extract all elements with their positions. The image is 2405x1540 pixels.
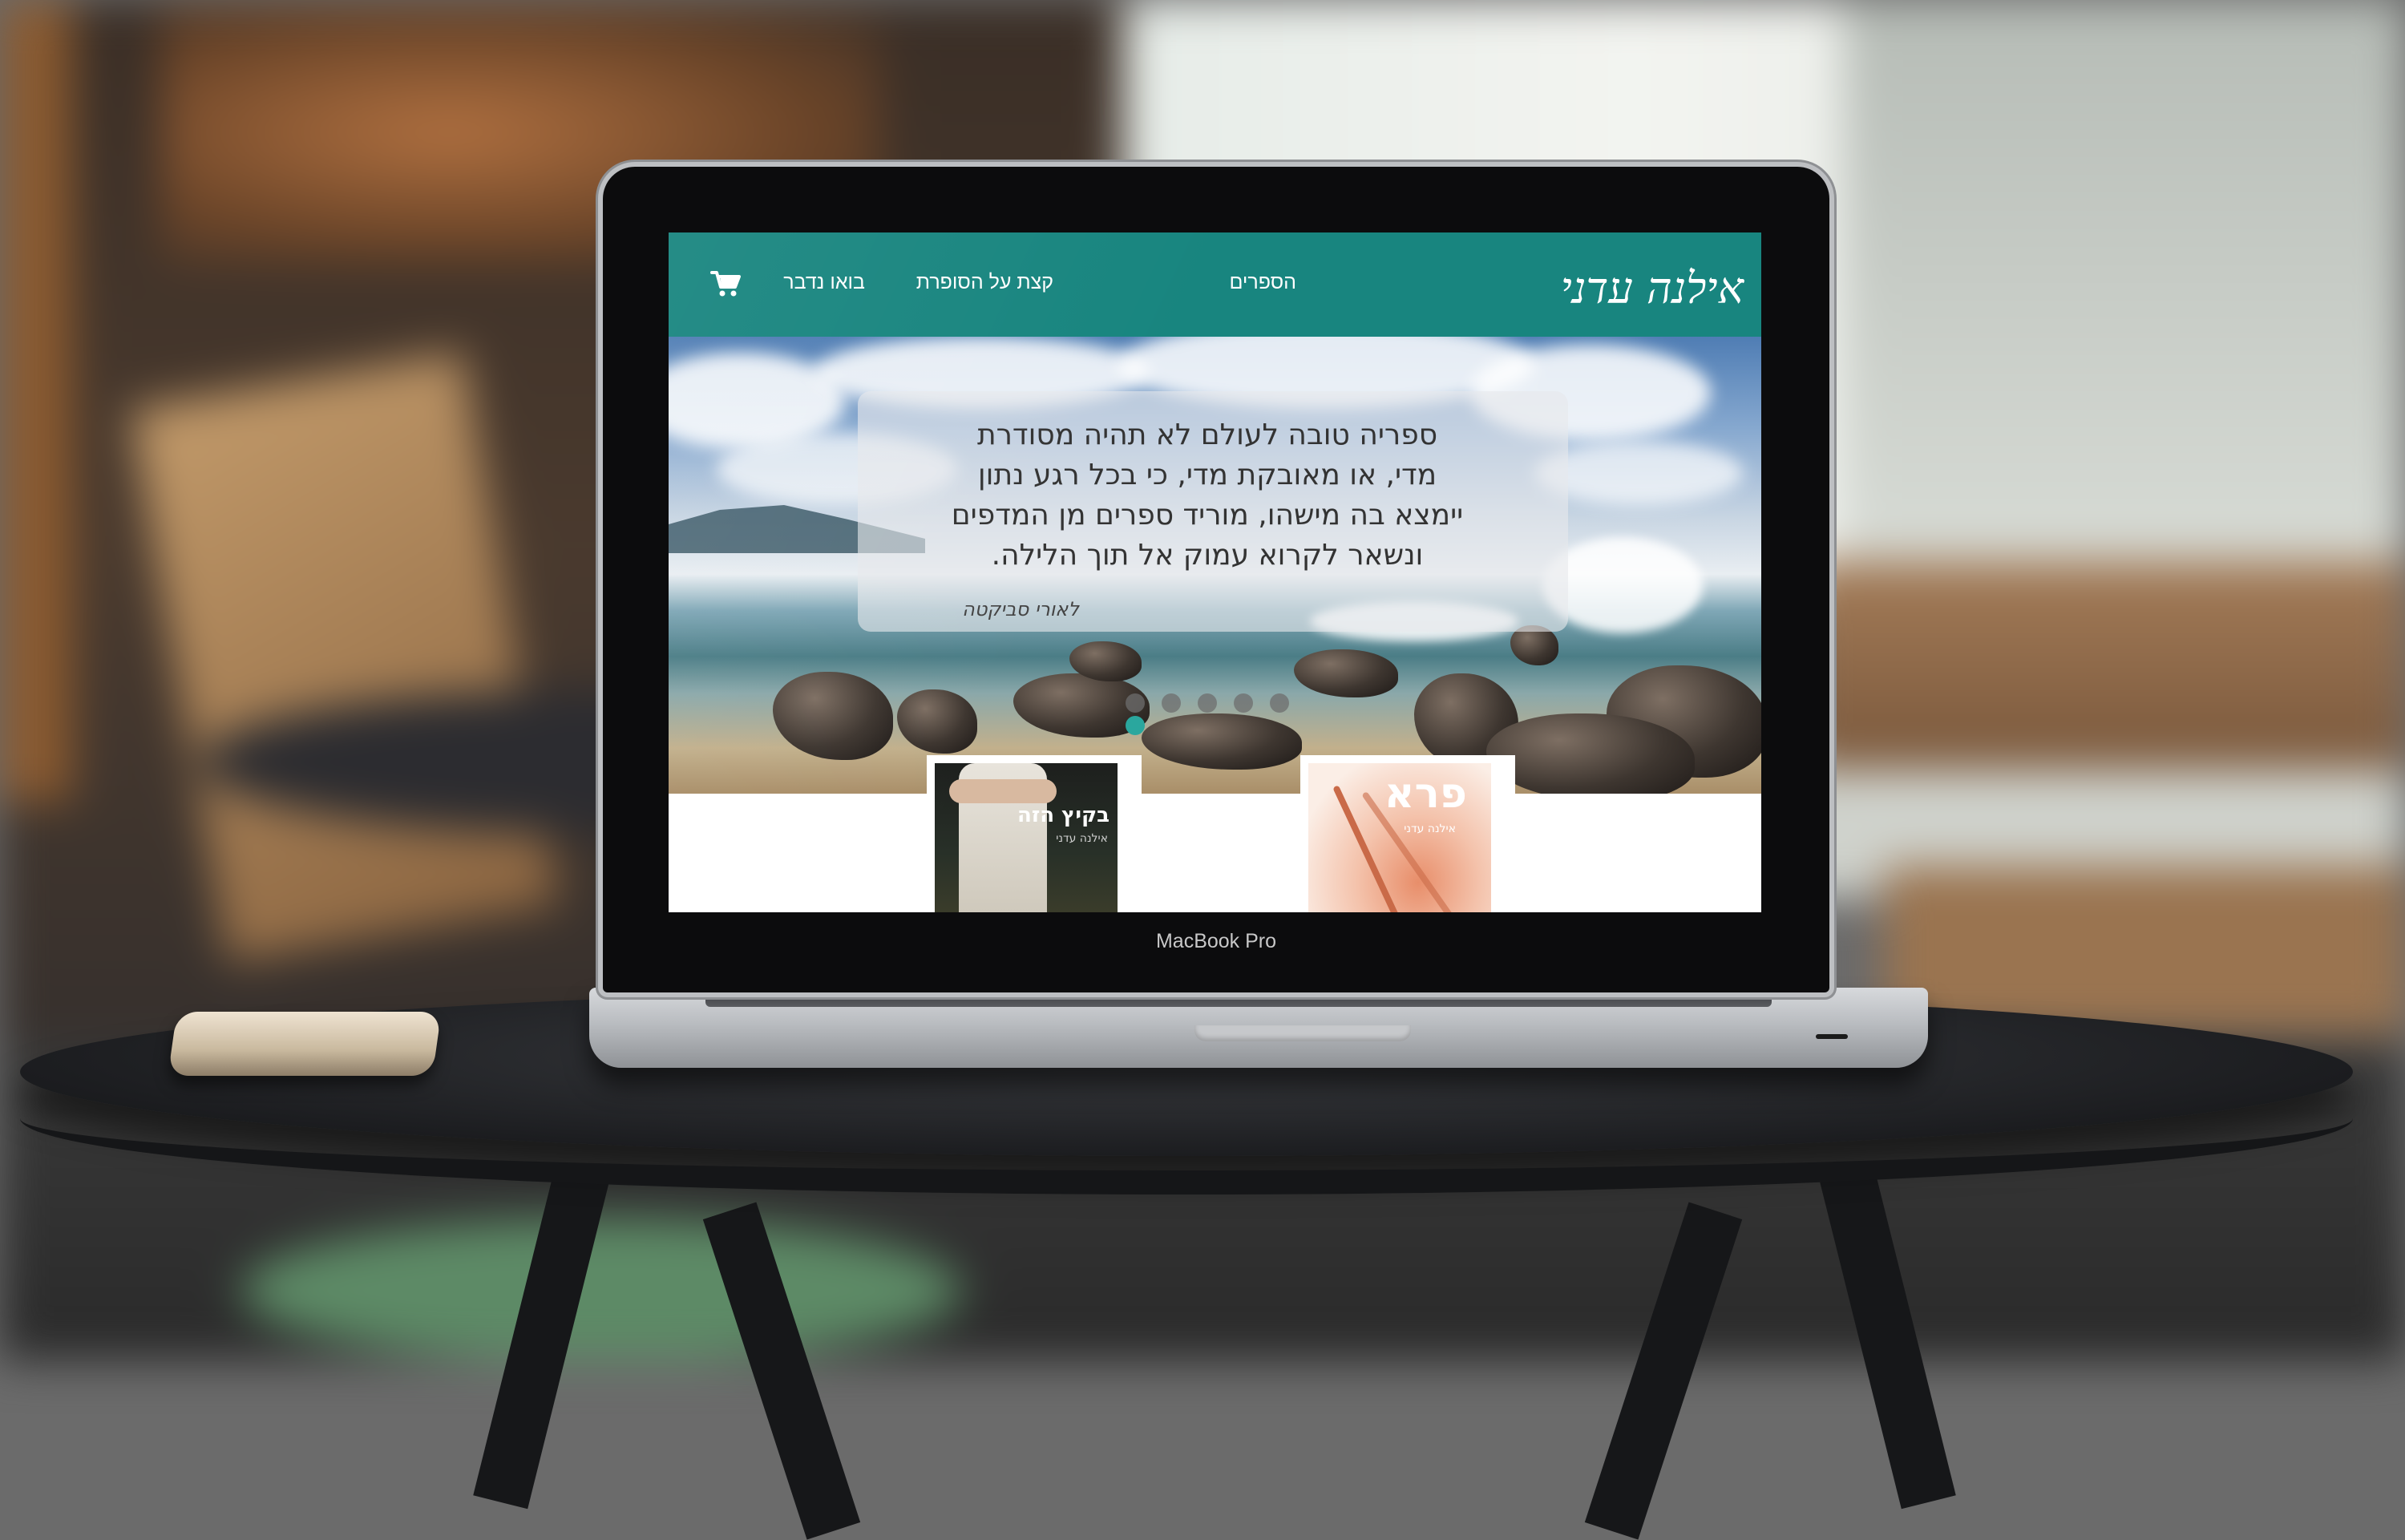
book-author: אילנה עדני <box>1056 832 1108 845</box>
quote-line: ונשאר לקרוא עמוק אל תוך הלילה. <box>991 539 1424 572</box>
book-card[interactable]: פרא אילנה עדני <box>1300 755 1515 912</box>
book-author: אילנה עדני <box>1404 823 1456 835</box>
slider-dot[interactable] <box>1234 693 1254 713</box>
book-title: פרא <box>1384 770 1467 818</box>
book-cover[interactable]: בקיץ הזה אילנה עדני <box>935 763 1118 912</box>
book-cover[interactable]: פרא אילנה עדני <box>1308 763 1491 912</box>
slider-dot[interactable] <box>1126 693 1145 713</box>
quote-line: מדי, או מאובקת מדי, כי בכל רגע נתון <box>977 459 1437 491</box>
hero-slider: ספריה טובה לעולם לא תהיה מסודרת מדי, או … <box>669 337 1761 794</box>
smartphone <box>168 1012 442 1076</box>
status-led <box>1816 1034 1848 1039</box>
quote-author: לאורי סביקטה <box>962 598 1079 620</box>
nav-contact[interactable]: בואו נדבר <box>783 271 865 294</box>
trackpad-notch <box>1194 1025 1411 1041</box>
book-card[interactable]: בקיץ הזה אילנה עדני <box>927 755 1142 912</box>
shopping-cart-icon[interactable] <box>710 269 742 298</box>
nav-about-author[interactable]: קצת על הסופרת <box>916 271 1053 294</box>
slider-dots <box>1126 693 1318 735</box>
quote-text: ספריה טובה לעולם לא תהיה מסודרת מדי, או … <box>935 415 1480 576</box>
slider-dot[interactable] <box>1198 693 1218 713</box>
quote-card: ספריה טובה לעולם לא תהיה מסודרת מדי, או … <box>858 391 1568 632</box>
slider-dot[interactable] <box>1270 693 1290 713</box>
slider-dot[interactable] <box>1162 693 1182 713</box>
main-nav: הספרים קצת על הסופרת בואו נדבר <box>669 232 1761 337</box>
slider-dot-active[interactable] <box>1126 716 1145 735</box>
book-title: בקיץ הזה <box>1017 803 1110 827</box>
laptop-brand-label: MacBook Pro <box>1155 930 1277 952</box>
quote-line: יימצא בה מישהו, מוריד ספרים מן המדפים <box>951 499 1464 532</box>
site-header: אילנה עדני הספרים קצת על הסופרת בואו נדב… <box>669 232 1761 337</box>
nav-books[interactable]: הספרים <box>1229 271 1296 294</box>
quote-line: ספריה טובה לעולם לא תהיה מסודרת <box>976 418 1438 451</box>
laptop-screen: אילנה עדני הספרים קצת על הסופרת בואו נדב… <box>669 232 1761 912</box>
